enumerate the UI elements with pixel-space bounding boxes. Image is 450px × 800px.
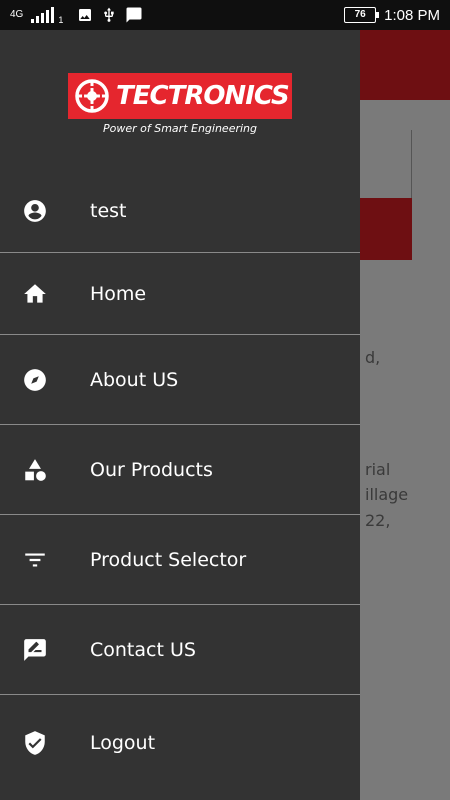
usb-icon	[104, 7, 115, 22]
menu-item-label: Home	[90, 282, 147, 305]
brand-logo: TECTRONICS Power of Smart Engineering	[68, 73, 292, 135]
background-text-4: 22,	[365, 511, 391, 530]
menu-item-label: Our Products	[90, 458, 213, 481]
menu-item-contact[interactable]: Contact US	[0, 605, 360, 695]
network-type: 4G	[10, 9, 24, 20]
background-text-1: d,	[365, 348, 381, 367]
menu-item-user[interactable]: test	[0, 170, 360, 253]
image-icon	[79, 9, 92, 21]
chat-icon	[126, 7, 142, 23]
signal-icon	[31, 7, 55, 23]
wheel-logo-icon	[75, 79, 109, 113]
menu-item-home[interactable]: Home	[0, 253, 360, 335]
shapes-icon	[22, 457, 48, 483]
shield-check-icon	[22, 730, 48, 756]
brand-name: TECTRONICS	[116, 81, 290, 111]
drawer-menu: test Home About US Our Products Product …	[0, 170, 360, 790]
menu-item-label: test	[90, 200, 127, 222]
navigation-drawer: TECTRONICS Power of Smart Engineering te…	[0, 30, 360, 800]
menu-item-label: Logout	[90, 731, 156, 754]
clock: 1:08 PM	[384, 6, 440, 24]
battery-level: 76	[354, 9, 366, 20]
menu-item-logout[interactable]: Logout	[0, 695, 360, 790]
logo-banner: TECTRONICS	[68, 73, 292, 119]
feedback-icon	[22, 637, 48, 663]
menu-item-about[interactable]: About US	[0, 335, 360, 425]
status-right: 76 1:08 PM	[344, 4, 440, 26]
status-left: 4G 1	[10, 4, 143, 26]
menu-item-label: Product Selector	[90, 548, 247, 571]
menu-item-products[interactable]: Our Products	[0, 425, 360, 515]
background-text-2: rial	[365, 460, 391, 479]
filter-icon	[22, 547, 48, 573]
brand-tagline: Power of Smart Engineering	[102, 122, 258, 135]
home-icon	[22, 281, 48, 307]
compass-icon	[22, 367, 48, 393]
menu-item-label: About US	[90, 368, 179, 391]
sim-slot: 1	[58, 15, 64, 25]
background-text-3: illage	[365, 485, 409, 504]
menu-item-label: Contact US	[90, 638, 196, 661]
account-circle-icon	[22, 198, 48, 224]
menu-item-product-selector[interactable]: Product Selector	[0, 515, 360, 605]
status-bar: 4G 1 76 1:08 PM	[0, 0, 450, 30]
battery-icon: 76	[344, 7, 380, 23]
